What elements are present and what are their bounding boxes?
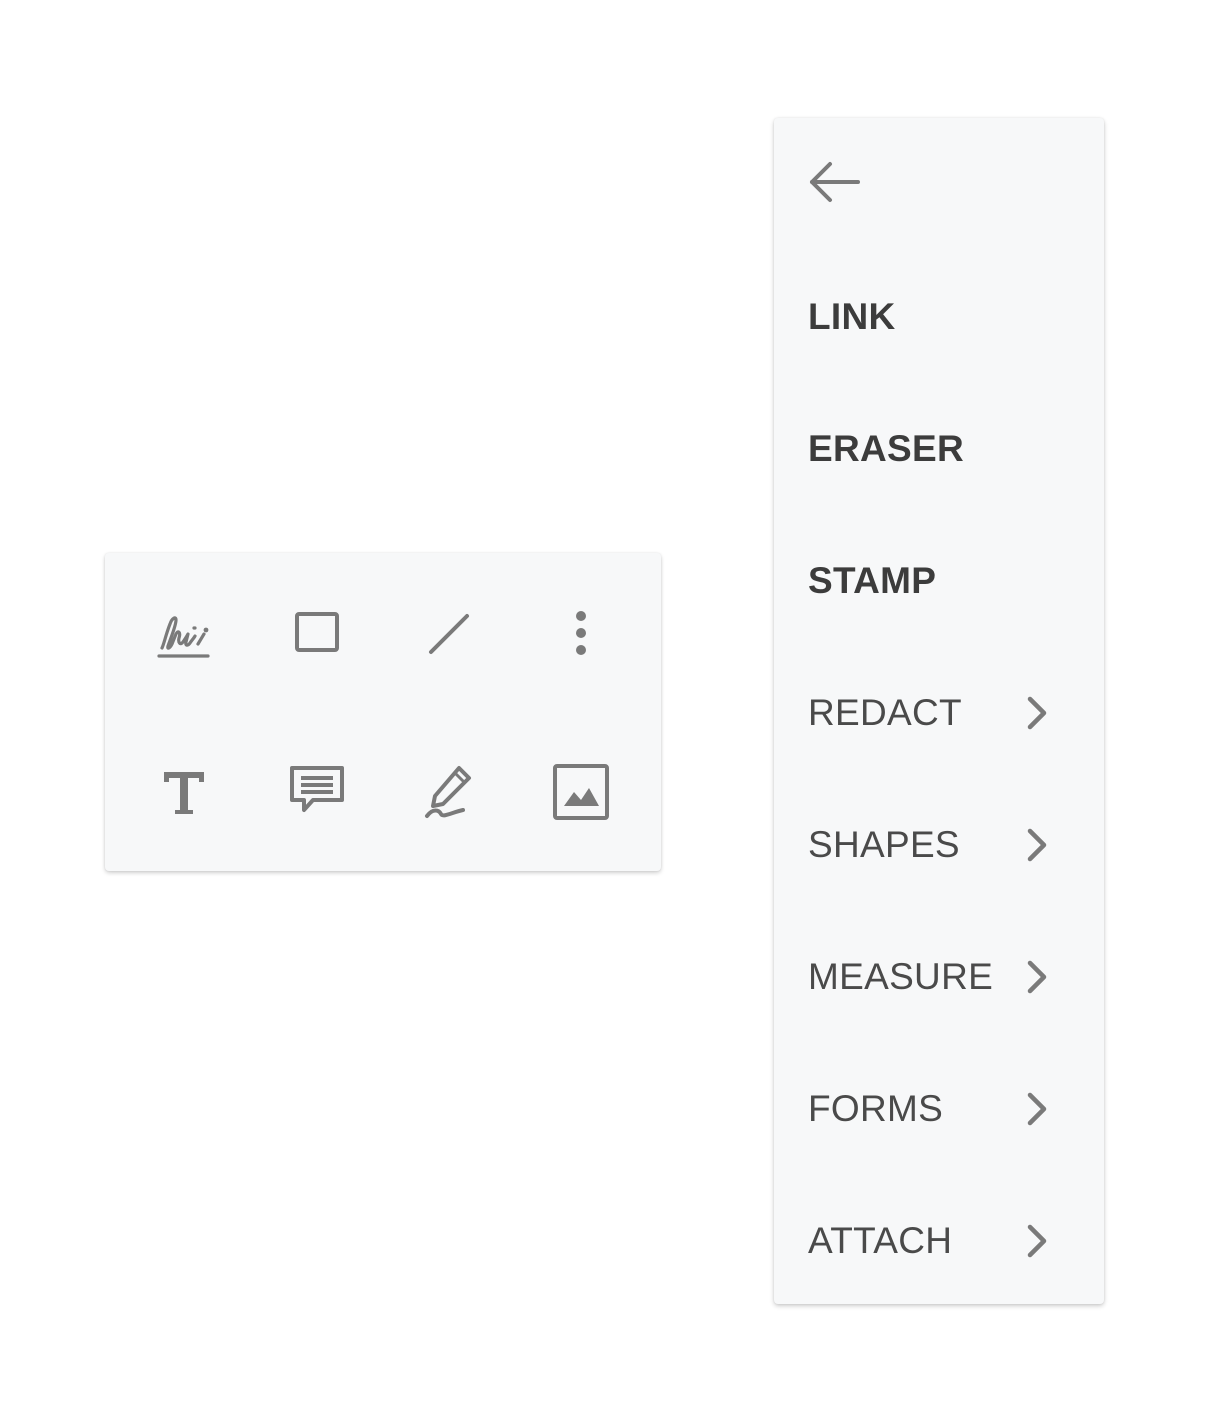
menu-item-label: ERASER — [808, 428, 964, 469]
line-tool-button[interactable] — [407, 592, 491, 676]
signature-tool-button[interactable] — [142, 592, 226, 676]
chevron-right-icon — [1022, 957, 1052, 997]
comment-tool-button[interactable] — [275, 750, 359, 834]
menu-item-label: STAMP — [808, 560, 937, 601]
chevron-right-icon — [1022, 1089, 1052, 1129]
signature-icon — [157, 616, 210, 658]
menu-item-label: SHAPES — [808, 824, 960, 865]
pen-tool-button[interactable] — [407, 750, 491, 834]
menu-item-stamp[interactable]: STAMP — [774, 531, 1104, 631]
line-icon — [429, 614, 469, 654]
text-icon — [164, 772, 204, 814]
image-icon — [553, 764, 609, 820]
menu-item-label: REDACT — [808, 692, 962, 733]
more-vertical-icon — [576, 611, 586, 655]
menu-item-label: FORMS — [808, 1088, 944, 1129]
tools-menu: LINK ERASER STAMP REDACT SHAPES MEASURE … — [774, 118, 1104, 1304]
chevron-right-icon — [1022, 1221, 1052, 1261]
arrow-left-icon — [810, 162, 860, 202]
menu-item-redact[interactable]: REDACT — [774, 663, 1104, 763]
menu-item-label: MEASURE — [808, 956, 994, 997]
menu-item-label: ATTACH — [808, 1220, 953, 1261]
image-tool-button[interactable] — [539, 750, 623, 834]
chevron-right-icon — [1022, 693, 1052, 733]
rectangle-icon — [295, 612, 339, 652]
menu-item-shapes[interactable]: SHAPES — [774, 795, 1104, 895]
menu-item-label: LINK — [808, 296, 896, 337]
text-tool-button[interactable] — [142, 750, 226, 834]
more-options-button[interactable] — [539, 592, 623, 676]
menu-item-forms[interactable]: FORMS — [774, 1059, 1104, 1159]
comment-icon — [290, 766, 344, 812]
pen-icon — [425, 766, 471, 818]
annotation-toolbar — [105, 553, 661, 871]
menu-item-link[interactable]: LINK — [774, 267, 1104, 367]
menu-item-attach[interactable]: ATTACH — [774, 1191, 1104, 1291]
menu-item-measure[interactable]: MEASURE — [774, 927, 1104, 1027]
chevron-right-icon — [1022, 825, 1052, 865]
rectangle-tool-button[interactable] — [275, 592, 359, 676]
menu-item-eraser[interactable]: ERASER — [774, 399, 1104, 499]
back-button[interactable] — [802, 154, 866, 210]
